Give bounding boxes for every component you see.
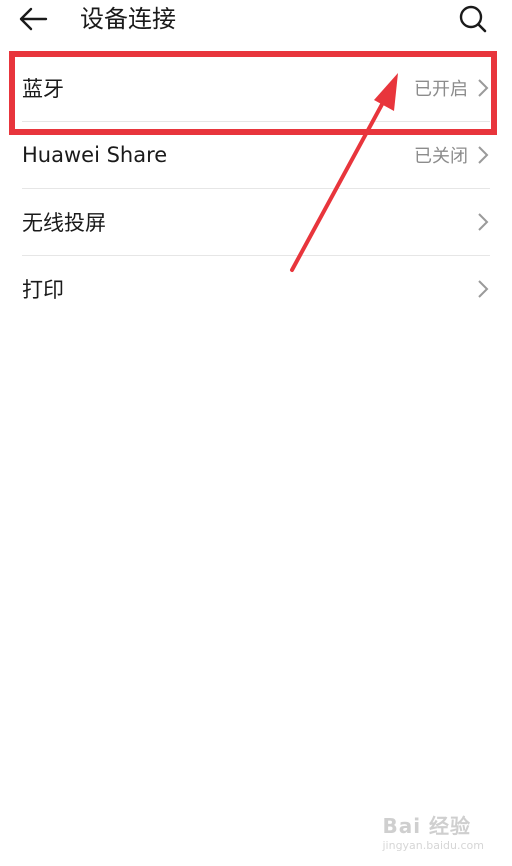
page-title: 设备连接 xyxy=(80,5,176,33)
list-item-label: Huawei Share xyxy=(22,143,168,167)
list-item-bluetooth[interactable]: 蓝牙 已开启 xyxy=(22,55,490,122)
chevron-right-icon xyxy=(476,211,490,233)
chevron-right-icon xyxy=(476,278,490,300)
list-item-huawei-share[interactable]: Huawei Share 已关闭 xyxy=(22,122,490,189)
chevron-right-icon xyxy=(476,144,490,166)
settings-list: 蓝牙 已开启 Huawei Share 已关闭 无线投屏 打印 xyxy=(22,55,490,322)
list-item-label: 无线投屏 xyxy=(22,211,106,235)
arrow-left-icon xyxy=(19,7,48,31)
watermark-logo: Bai 经验 xyxy=(382,814,472,838)
search-icon xyxy=(459,5,487,33)
watermark: Bai 经验 jingyan.baidu.com xyxy=(382,810,484,852)
status-text: 已开启 xyxy=(414,79,468,100)
list-item-label: 蓝牙 xyxy=(22,77,64,101)
list-item-print[interactable]: 打印 xyxy=(22,256,490,322)
search-button[interactable] xyxy=(456,2,490,36)
back-button[interactable] xyxy=(18,2,58,36)
header: 设备连接 xyxy=(0,0,512,40)
status-text: 已关闭 xyxy=(414,146,468,167)
chevron-right-icon xyxy=(476,77,490,99)
watermark-url: jingyan.baidu.com xyxy=(382,839,484,852)
list-item-wireless-projection[interactable]: 无线投屏 xyxy=(22,189,490,256)
list-item-label: 打印 xyxy=(22,278,64,302)
